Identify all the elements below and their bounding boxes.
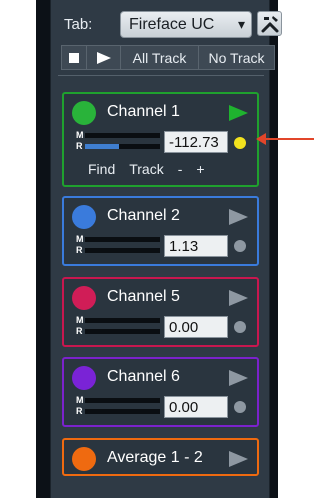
play-arrow-icon[interactable] xyxy=(229,451,248,467)
level-meters: M R xyxy=(76,395,160,417)
channel-name: Channel 5 xyxy=(107,288,180,305)
transport-row: All Track No Track xyxy=(61,45,275,70)
meter-m xyxy=(85,397,160,403)
gain-field[interactable]: 0.00 xyxy=(164,396,228,418)
no-track-button[interactable]: No Track xyxy=(199,45,275,70)
select-indicator[interactable] xyxy=(234,240,246,252)
stop-button[interactable] xyxy=(61,45,87,70)
meter-r xyxy=(85,408,160,414)
channel-card-1[interactable]: Channel 1 M R -112.73 Find Track - + xyxy=(62,92,259,187)
channel-card-2[interactable]: Channel 2 M R 1.13 xyxy=(62,196,259,266)
average-color-dot xyxy=(72,447,96,471)
average-name: Average 1 - 2 xyxy=(107,449,203,466)
average-card[interactable]: Average 1 - 2 xyxy=(62,438,259,476)
annotation-arrow-icon xyxy=(256,133,266,145)
decrease-button[interactable]: - xyxy=(178,161,183,177)
play-arrow-icon[interactable] xyxy=(229,209,248,225)
channel-name: Channel 6 xyxy=(107,368,180,385)
level-meters: M R xyxy=(76,130,160,152)
left-scroll-gutter xyxy=(36,0,50,498)
annotation-arrow-line xyxy=(262,138,314,140)
right-scroll-gutter xyxy=(270,0,278,498)
divider xyxy=(58,75,264,76)
tools-icon xyxy=(261,15,278,32)
track-button[interactable]: Track xyxy=(129,161,163,177)
play-arrow-icon[interactable] xyxy=(229,290,248,306)
gain-field[interactable]: 1.13 xyxy=(164,235,228,257)
tab-label: Tab: xyxy=(64,16,93,33)
level-meters: M R xyxy=(76,315,160,337)
play-icon xyxy=(96,51,111,64)
select-indicator[interactable] xyxy=(234,137,246,149)
chevron-down-icon: ▾ xyxy=(237,16,245,32)
settings-tools-button[interactable] xyxy=(257,11,282,36)
gain-field[interactable]: 0.00 xyxy=(164,316,228,338)
meter-label-m: M xyxy=(76,315,84,325)
meter-label-m: M xyxy=(76,130,84,140)
channel-name: Channel 1 xyxy=(107,103,180,120)
meter-label-m: M xyxy=(76,234,84,244)
gain-field[interactable]: -112.73 xyxy=(164,131,228,153)
channel-footer: Find Track - + xyxy=(88,161,219,177)
select-indicator[interactable] xyxy=(234,321,246,333)
meter-r-fill xyxy=(85,143,119,149)
channel-name: Channel 2 xyxy=(107,207,180,224)
stop-icon xyxy=(69,52,79,63)
level-meters: M R xyxy=(76,234,160,256)
all-track-button[interactable]: All Track xyxy=(121,45,199,70)
meter-label-r: R xyxy=(76,245,83,255)
channel-color-dot xyxy=(72,205,96,229)
find-button[interactable]: Find xyxy=(88,161,115,177)
channel-card-6[interactable]: Channel 6 M R 0.00 xyxy=(62,357,259,427)
device-select[interactable]: Fireface UC ▾ xyxy=(120,11,252,38)
meter-r xyxy=(85,143,160,149)
meter-label-r: R xyxy=(76,406,83,416)
select-indicator[interactable] xyxy=(234,401,246,413)
play-arrow-icon[interactable] xyxy=(229,105,248,121)
meter-label-r: R xyxy=(76,326,83,336)
meter-r xyxy=(85,247,160,253)
meter-m xyxy=(85,132,160,138)
channel-card-5[interactable]: Channel 5 M R 0.00 xyxy=(62,277,259,347)
meter-label-m: M xyxy=(76,395,84,405)
meter-m xyxy=(85,317,160,323)
channel-color-dot xyxy=(72,101,96,125)
meter-r xyxy=(85,328,160,334)
increase-button[interactable]: + xyxy=(196,161,204,177)
channel-color-dot xyxy=(72,366,96,390)
play-button[interactable] xyxy=(87,45,121,70)
meter-m xyxy=(85,236,160,242)
device-select-value: Fireface UC xyxy=(129,16,215,33)
channel-color-dot xyxy=(72,286,96,310)
meter-label-r: R xyxy=(76,141,83,151)
play-arrow-icon[interactable] xyxy=(229,370,248,386)
